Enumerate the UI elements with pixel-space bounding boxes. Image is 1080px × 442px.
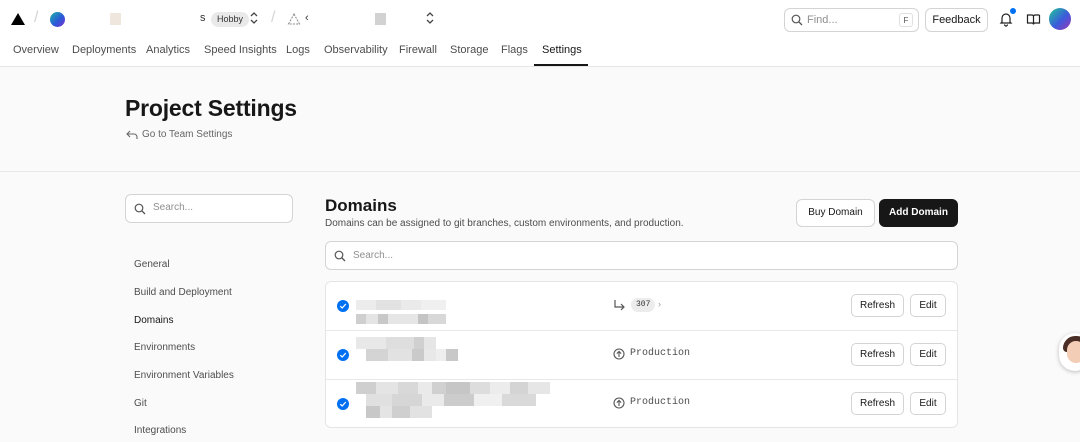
domain-name-redacted[interactable] xyxy=(356,294,446,324)
book-icon[interactable] xyxy=(1026,12,1041,27)
breadcrumb-separator: / xyxy=(271,9,276,26)
add-domain-button[interactable]: Add Domain xyxy=(879,199,958,227)
project-tabs: Overview Deployments Analytics Speed Ins… xyxy=(0,38,1080,67)
tab-firewall[interactable]: Firewall xyxy=(399,44,437,56)
tab-logs[interactable]: Logs xyxy=(286,44,310,56)
find-search-box[interactable]: Find... F xyxy=(784,8,919,32)
domain-row: Production Refresh Edit xyxy=(326,331,957,380)
redirect-status-code: 307 xyxy=(631,298,656,312)
sidebar-item-domains[interactable]: Domains xyxy=(134,315,173,326)
refresh-button[interactable]: Refresh xyxy=(851,343,904,366)
edit-button[interactable]: Edit xyxy=(910,392,946,415)
tab-storage[interactable]: Storage xyxy=(450,44,489,56)
edit-button[interactable]: Edit xyxy=(910,294,946,317)
sidebar-item-integrations[interactable]: Integrations xyxy=(134,425,186,436)
team-avatar[interactable] xyxy=(50,12,65,27)
sidebar-item-git[interactable]: Git xyxy=(134,398,147,409)
plan-badge: Hobby xyxy=(211,12,250,27)
tab-deployments[interactable]: Deployments xyxy=(72,44,136,56)
team-name-redacted[interactable] xyxy=(110,13,121,25)
page-title: Project Settings xyxy=(125,95,297,121)
tab-overview[interactable]: Overview xyxy=(13,44,59,56)
arrow-up-circle-icon xyxy=(613,397,625,409)
domains-search-input[interactable] xyxy=(353,250,943,261)
feedback-button[interactable]: Feedback xyxy=(925,8,988,32)
support-chat-avatar[interactable] xyxy=(1059,333,1080,371)
domain-name-redacted[interactable] xyxy=(356,382,550,418)
check-circle-icon xyxy=(337,300,349,312)
tab-speed-insights[interactable]: Speed Insights xyxy=(204,44,277,56)
project-triangle-icon[interactable] xyxy=(287,12,301,26)
find-shortcut-key: F xyxy=(899,13,913,27)
project-name-tail: ‹ xyxy=(305,12,309,24)
notification-dot xyxy=(1010,8,1016,14)
redirect-target-tail: › xyxy=(658,299,661,309)
domain-row: 307 › Refresh Edit xyxy=(326,282,957,331)
domain-row: Production Refresh Edit xyxy=(326,380,957,427)
active-tab-indicator xyxy=(534,64,588,66)
sidebar-item-environments[interactable]: Environments xyxy=(134,342,195,353)
top-navigation: / s Hobby / ‹ Find... F Feedback Overvie… xyxy=(0,0,1080,67)
refresh-button[interactable]: Refresh xyxy=(851,392,904,415)
domain-list: 307 › Refresh Edit Production Refresh Ed… xyxy=(325,281,958,428)
team-name-tail: s xyxy=(200,12,206,24)
sidebar-search-input[interactable] xyxy=(153,202,283,213)
team-switcher-chevron-updown-icon[interactable] xyxy=(249,11,259,25)
context-bar: / s Hobby / ‹ Find... F Feedback xyxy=(0,0,1080,38)
domains-search[interactable] xyxy=(325,241,958,270)
refresh-button[interactable]: Refresh xyxy=(851,294,904,317)
sidebar-item-environment-variables[interactable]: Environment Variables xyxy=(134,370,234,381)
back-link-label: Go to Team Settings xyxy=(142,129,233,140)
edit-button[interactable]: Edit xyxy=(910,343,946,366)
environment-label: Production xyxy=(630,397,691,408)
search-icon xyxy=(134,203,146,215)
sidebar-item-general[interactable]: General xyxy=(134,259,170,270)
user-avatar[interactable] xyxy=(1049,8,1071,30)
redirect-arrow-icon xyxy=(614,300,625,311)
check-circle-icon xyxy=(337,349,349,361)
project-switcher-chevron-updown-icon[interactable] xyxy=(425,11,435,25)
vercel-logo-icon[interactable] xyxy=(11,13,25,25)
back-arrow-icon xyxy=(126,130,138,139)
tab-settings[interactable]: Settings xyxy=(542,44,582,56)
domains-subtitle: Domains can be assigned to git branches,… xyxy=(325,218,684,229)
environment-label: Production xyxy=(630,348,691,359)
check-circle-icon xyxy=(337,398,349,410)
search-icon xyxy=(334,250,346,262)
domain-name-redacted[interactable] xyxy=(356,337,458,361)
sidebar-search[interactable] xyxy=(125,194,293,223)
tab-observability[interactable]: Observability xyxy=(324,44,388,56)
arrow-up-circle-icon xyxy=(613,348,625,360)
domains-title: Domains xyxy=(325,196,397,215)
tab-flags[interactable]: Flags xyxy=(501,44,528,56)
find-placeholder: Find... xyxy=(807,14,838,26)
buy-domain-button[interactable]: Buy Domain xyxy=(796,199,875,227)
sidebar-item-build-and-deployment[interactable]: Build and Deployment xyxy=(134,287,232,298)
breadcrumb-separator: / xyxy=(34,9,39,26)
search-icon xyxy=(791,14,803,26)
avatar-face xyxy=(1067,341,1080,363)
project-name-redacted[interactable] xyxy=(375,13,386,25)
tab-analytics[interactable]: Analytics xyxy=(146,44,190,56)
